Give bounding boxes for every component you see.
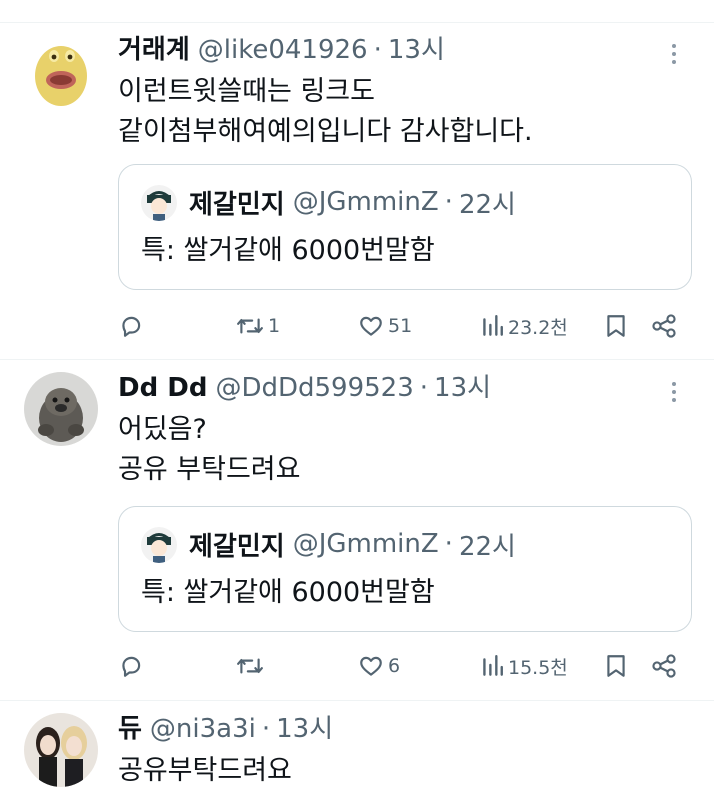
bookmark-icon [607, 315, 625, 337]
quote-author-name: 제갈민지 [189, 531, 285, 562]
tweet-text-line: 어딨음? [118, 414, 207, 445]
action-bar: 1 51 23.2천 [118, 306, 692, 346]
reply-icon [122, 316, 141, 337]
views-count: 15.5천 [508, 656, 568, 679]
tweet-text: 공유부탁드려요 [118, 751, 690, 791]
share-button[interactable] [650, 646, 678, 686]
quote-author-handle: @JGmminZ [292, 529, 439, 559]
avatar-dolls-photo-image [24, 713, 98, 787]
author-handle[interactable]: @like041926 [198, 28, 368, 72]
reply-icon [122, 656, 141, 677]
retweet-count: 1 [268, 315, 281, 337]
author-name[interactable]: 듀 [118, 707, 142, 751]
like-count: 51 [388, 315, 413, 337]
tweet-text-line: 공유부탁드려요 [118, 755, 292, 786]
like-count: 6 [388, 655, 401, 677]
quote-text: 특: 쌀거같애 6000번말함 [141, 235, 435, 266]
timestamp[interactable]: 13시 [276, 707, 333, 751]
bookmark-icon [607, 655, 625, 677]
views-bar-chart-icon [483, 655, 503, 676]
retweet-icon [237, 318, 263, 334]
separator-dot: · [419, 373, 429, 403]
author-handle[interactable]: @ni3a3i [150, 707, 256, 751]
more-vertical-icon[interactable] [662, 376, 686, 408]
views-button[interactable]: 15.5천 [480, 646, 568, 686]
quote-tweet-card[interactable]: 제갈민지 @JGmminZ · 22시 특: 쌀거같애 6000번말함 [118, 506, 692, 632]
bookmark-button[interactable] [604, 646, 628, 686]
quote-author-handle: @JGmminZ [292, 187, 439, 217]
reply-button[interactable] [118, 306, 148, 346]
quote-timestamp: 22시 [458, 531, 516, 562]
separator-dot: · [373, 35, 382, 65]
separator-dot: · [444, 187, 453, 217]
quote-avatar [141, 185, 177, 221]
tweet[interactable]: 거래계 @like041926 · 13시 이런트윗쓸때는 링크도 같이첨부해여… [0, 22, 714, 360]
reply-button[interactable] [118, 646, 148, 686]
views-bar-chart-icon [483, 315, 503, 336]
heart-icon [360, 316, 382, 336]
separator-dot: · [444, 529, 453, 559]
avatar[interactable] [24, 713, 98, 787]
like-button[interactable]: 51 [358, 306, 412, 346]
tweet-text-line: 이런트윗쓸때는 링크도 [118, 76, 375, 107]
avatar[interactable] [24, 34, 98, 108]
more-vertical-icon[interactable] [662, 38, 686, 70]
tweet-text-line: 같이첨부해여예의입니다 감사합니다. [118, 116, 533, 147]
quote-author-name: 제갈민지 [189, 189, 285, 220]
tweet[interactable]: 듀 @ni3a3i · 13시 공유부탁드려요 [0, 701, 714, 801]
quote-text: 특: 쌀거같애 6000번말함 [141, 577, 435, 608]
retweet-icon [237, 658, 263, 674]
quote-timestamp: 22시 [458, 189, 516, 220]
quote-avatar [141, 527, 177, 563]
avatar[interactable] [24, 372, 98, 446]
share-icon [652, 654, 676, 678]
bookmark-button[interactable] [604, 306, 628, 346]
separator-dot: · [261, 714, 271, 744]
tweet-text: 이런트윗쓸때는 링크도 같이첨부해여예의입니다 감사합니다. [118, 72, 690, 152]
like-button[interactable]: 6 [358, 646, 400, 686]
action-bar: 6 15.5천 [118, 646, 692, 686]
views-button[interactable]: 23.2천 [480, 306, 568, 346]
timestamp[interactable]: 13시 [434, 366, 491, 410]
retweet-button[interactable] [236, 646, 268, 686]
quote-tweet-card[interactable]: 제갈민지 @JGmminZ · 22시 특: 쌀거같애 6000번말함 [118, 164, 692, 290]
share-icon [652, 314, 676, 338]
author-name[interactable]: 거래계 [118, 28, 190, 72]
avatar-otter-photo-image [24, 372, 98, 446]
tweet[interactable]: Dd Dd @DdDd599523 · 13시 어딨음? 공유 부탁드려요 제갈… [0, 360, 714, 701]
retweet-button[interactable]: 1 [236, 306, 280, 346]
share-button[interactable] [650, 306, 678, 346]
timestamp[interactable]: 13시 [388, 28, 445, 72]
author-name[interactable]: Dd Dd [118, 366, 207, 410]
views-count: 23.2천 [508, 316, 568, 339]
tweet-text-line: 공유 부탁드려요 [118, 454, 301, 485]
tweet-text: 어딨음? 공유 부탁드려요 [118, 410, 690, 490]
avatar-yellow-creature-image [24, 34, 98, 108]
heart-icon [360, 656, 382, 676]
author-handle[interactable]: @DdDd599523 [215, 366, 413, 410]
